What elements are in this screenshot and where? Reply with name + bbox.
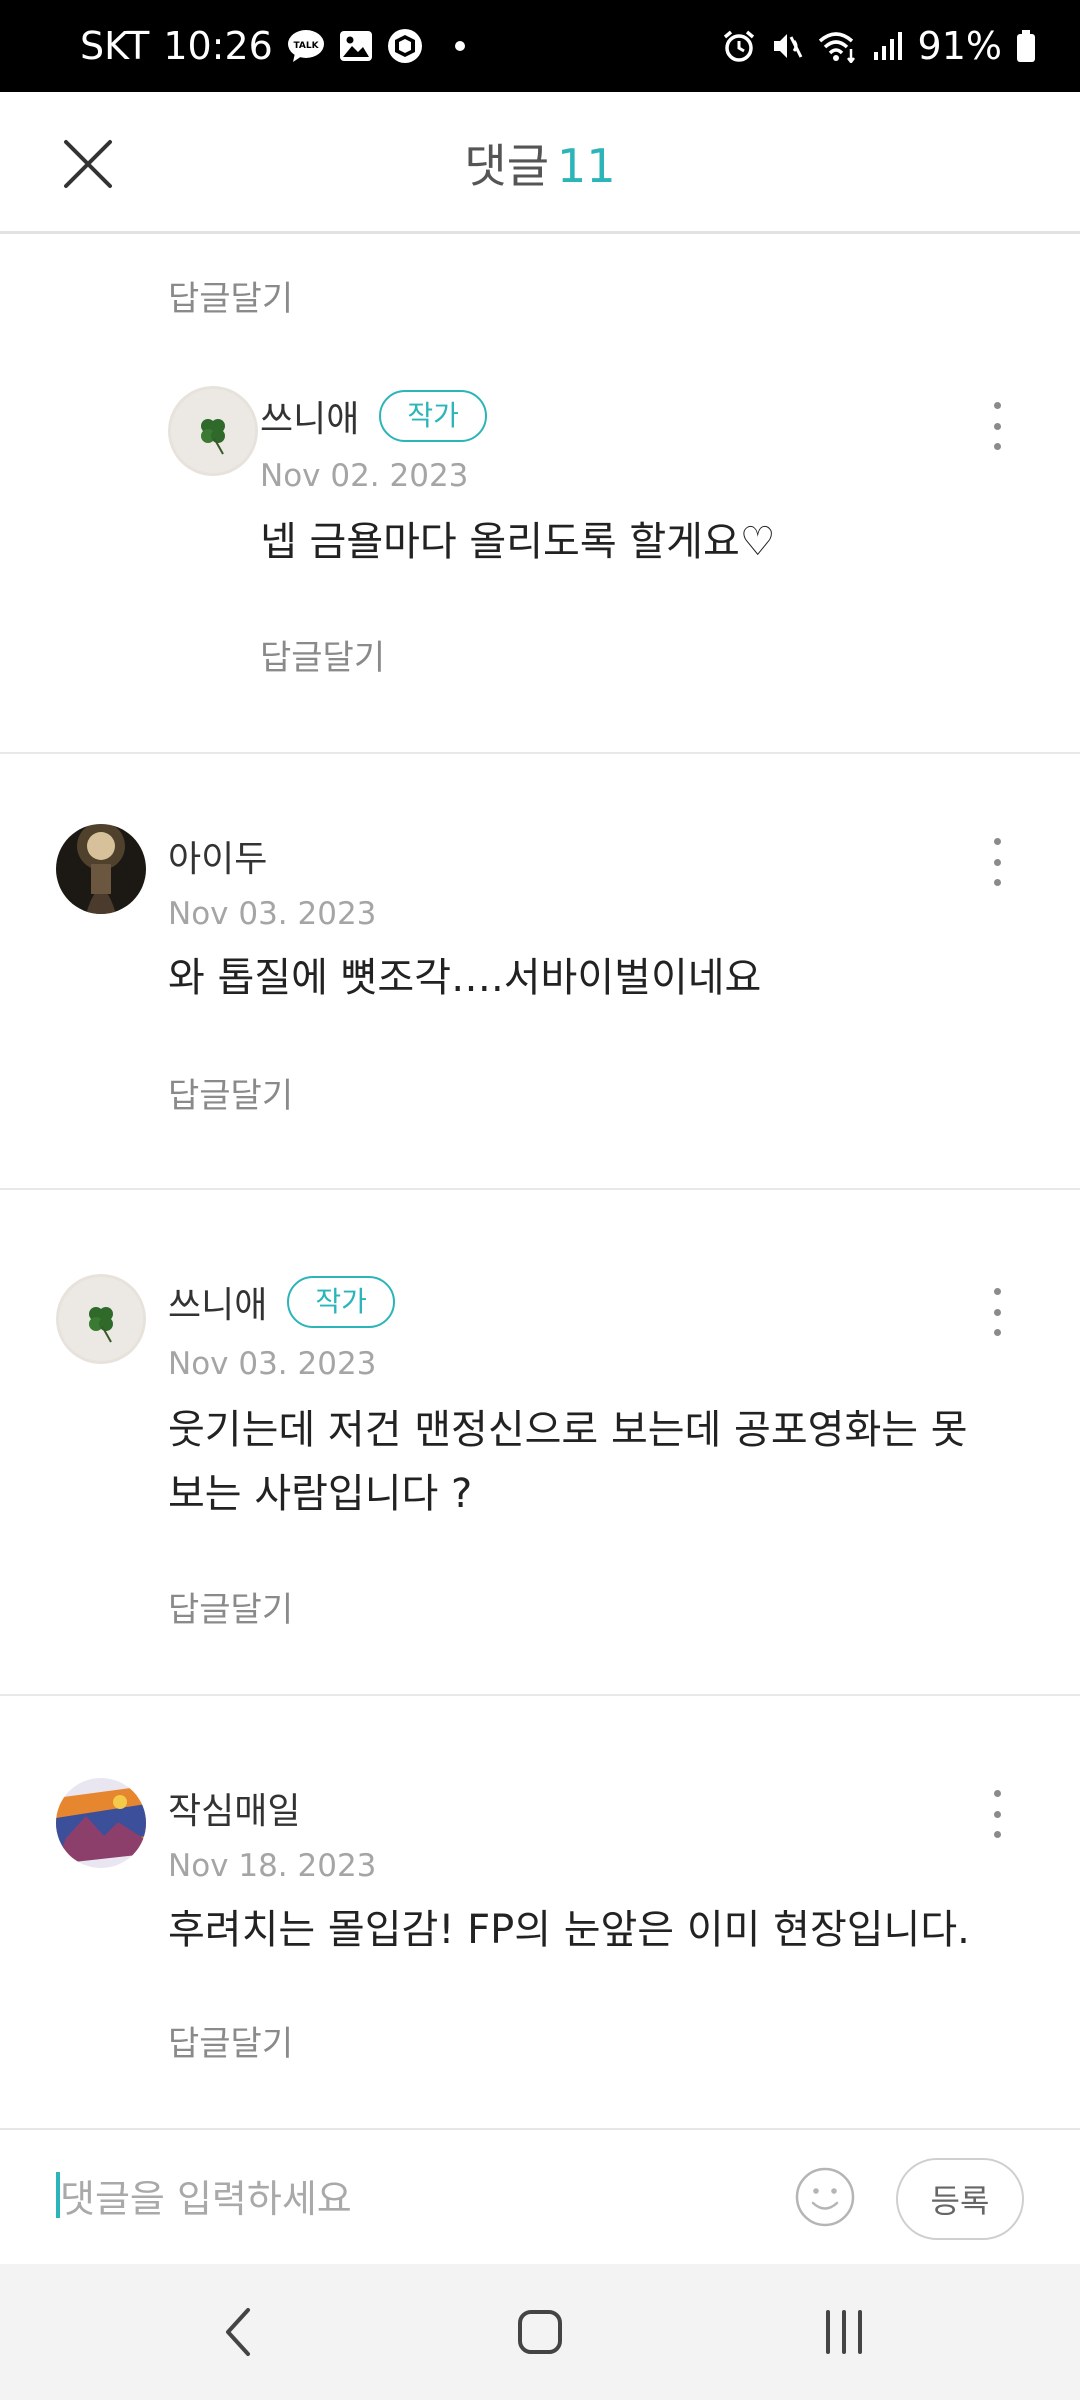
dot-icon — [454, 41, 465, 51]
list-item: 쓰니애 작가 Nov 02. 2023 넵 금욜마다 올리도록 할게요♡ 답글달… — [0, 386, 1080, 786]
more-dot — [993, 1810, 1001, 1818]
comment-text: 넵 금욜마다 올리도록 할게요♡ — [260, 519, 776, 565]
comment-text-line2: 보는 사람입니다 ? — [168, 1471, 473, 1517]
author-badge: 작가 — [287, 1276, 395, 1328]
divider — [0, 752, 1080, 754]
home-button[interactable] — [510, 2302, 570, 2362]
more-dot — [993, 1288, 1001, 1295]
system-nav-bar — [0, 2264, 1080, 2400]
alarm-icon — [722, 29, 756, 63]
talk-icon: TALK — [287, 29, 325, 63]
list-item: 작심매일 Nov 18. 2023 후려치는 몰입감! FP의 눈앞은 이미 현… — [0, 1778, 1080, 2108]
back-button[interactable] — [210, 2302, 270, 2362]
status-left: SKT 10:26 TALK — [80, 24, 465, 68]
avatar[interactable] — [56, 1778, 146, 1868]
more-dot — [993, 1308, 1001, 1316]
author-name[interactable]: 아이두 — [168, 830, 267, 882]
author-line: 쓰니애 작가 — [168, 1272, 395, 1332]
divider — [0, 1188, 1080, 1190]
more-dot — [993, 1329, 1001, 1336]
more-dot — [993, 422, 1001, 430]
author-name[interactable]: 작심매일 — [168, 1782, 300, 1834]
more-dot — [993, 402, 1001, 409]
recents-icon — [826, 2310, 862, 2354]
reply-link[interactable]: 답글달기 — [168, 1068, 293, 1117]
more-dot — [993, 858, 1001, 866]
reply-link[interactable]: 답글달기 — [168, 271, 293, 320]
mute-icon — [770, 29, 804, 63]
submit-button-label: 등록 — [930, 2182, 990, 2220]
avatar[interactable] — [168, 386, 258, 476]
comment-count: 11 — [557, 139, 616, 193]
more-dot — [993, 879, 1001, 886]
comment-text-line1: 웃기는데 저건 맨정신으로 보는데 공포영화는 못 — [168, 1407, 968, 1453]
comment-list[interactable]: 답글달기 쓰니애 작가 Nov 02. 2023 넵 금욜마다 올리도록 할게요… — [0, 236, 1080, 2128]
divider — [0, 1694, 1080, 1696]
gallery-icon — [339, 30, 373, 62]
comment-input[interactable]: 댓글을 입력하세요 — [60, 2168, 352, 2223]
more-dot — [993, 838, 1001, 845]
avatar[interactable] — [56, 1274, 146, 1364]
comment-text: 와 톱질에 뼛조각….서바이벌이네요 — [168, 955, 762, 1001]
emoji-button[interactable] — [794, 2166, 856, 2228]
book-cover-avatar-icon — [56, 1778, 146, 1868]
status-right: 91% — [722, 24, 1036, 68]
list-item: 쓰니애 작가 Nov 03. 2023 웃기는데 저건 맨정신으로 보는데 공포… — [0, 1274, 1080, 1694]
author-name[interactable]: 쓰니애 — [168, 1276, 267, 1328]
smiley-icon — [795, 2167, 855, 2227]
page-title-label: 댓글 — [464, 139, 550, 193]
comment-date: Nov 03. 2023 — [168, 896, 377, 932]
page-title: 댓글 11 — [0, 130, 1080, 196]
comment-date: Nov 03. 2023 — [168, 1346, 377, 1382]
status-bar: SKT 10:26 TALK 91% — [0, 0, 1080, 92]
more-options-button[interactable] — [982, 396, 1012, 456]
reply-link[interactable]: 답글달기 — [168, 2016, 293, 2065]
more-dot — [993, 1831, 1001, 1838]
submit-button[interactable]: 등록 — [896, 2158, 1024, 2240]
recents-button[interactable] — [814, 2302, 874, 2362]
author-name[interactable]: 쓰니애 — [260, 390, 359, 442]
comment-input-bar: 댓글을 입력하세요 등록 — [0, 2128, 1080, 2264]
home-icon — [518, 2310, 562, 2354]
list-item: 답글달기 — [0, 236, 1080, 356]
carrier-label: SKT — [80, 24, 150, 68]
list-item: 아이두 Nov 03. 2023 와 톱질에 뼛조각….서바이벌이네요 답글달기 — [0, 824, 1080, 1184]
comment-text: 후려치는 몰입감! FP의 눈앞은 이미 현장입니다. — [168, 1907, 970, 1953]
svg-text:TALK: TALK — [293, 41, 319, 51]
reply-link[interactable]: 답글달기 — [260, 630, 385, 679]
reply-link[interactable]: 답글달기 — [168, 1582, 293, 1631]
clover-avatar-icon — [168, 386, 258, 476]
more-dot — [993, 1790, 1001, 1797]
clover-avatar-icon — [56, 1274, 146, 1364]
signal-icon — [872, 30, 904, 62]
avatar[interactable] — [56, 824, 146, 914]
box-icon — [387, 28, 423, 64]
author-line: 쓰니애 작가 — [260, 386, 487, 446]
back-chevron-icon — [226, 2308, 250, 2356]
more-options-button[interactable] — [982, 1784, 1012, 1844]
comments-header: 댓글 11 — [0, 92, 1080, 234]
more-options-button[interactable] — [982, 1282, 1012, 1342]
battery-icon — [1016, 29, 1036, 63]
author-badge: 작가 — [379, 390, 487, 442]
comment-date: Nov 02. 2023 — [260, 458, 469, 494]
more-options-button[interactable] — [982, 832, 1012, 892]
time-label: 10:26 — [163, 24, 273, 68]
wifi-icon — [818, 29, 858, 63]
dark-photo-avatar-icon — [56, 824, 146, 914]
comment-date: Nov 18. 2023 — [168, 1848, 377, 1884]
more-dot — [993, 443, 1001, 450]
battery-label: 91% — [917, 24, 1002, 68]
